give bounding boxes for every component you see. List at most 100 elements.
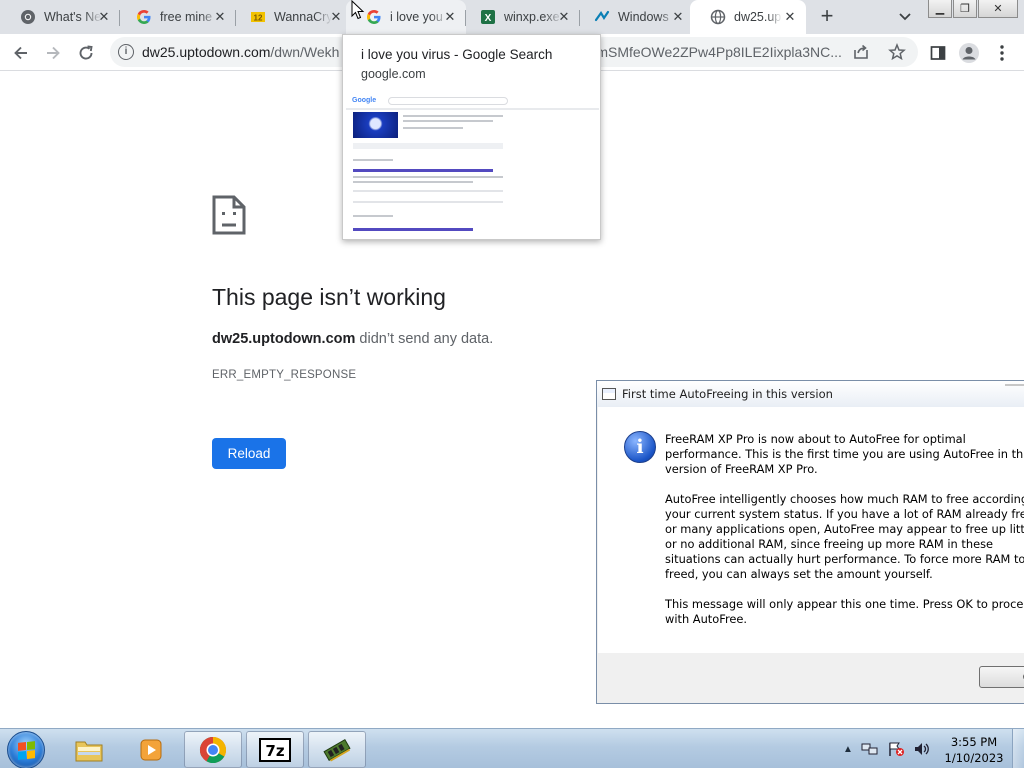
dialog-body: i FreeRAM XP Pro is now about to AutoFre… xyxy=(598,407,1024,653)
globe-icon xyxy=(710,9,726,25)
refresh-icon xyxy=(79,45,93,60)
svg-text:X: X xyxy=(485,13,492,24)
close-icon[interactable]: ✕ xyxy=(556,9,572,25)
show-hidden-icons-icon[interactable]: ▲ xyxy=(843,744,853,755)
tab-dw25-uptodown[interactable]: dw25.uptodown.com ✕ xyxy=(690,0,806,34)
excel-icon: X xyxy=(480,9,496,25)
chrome-taskbar-button[interactable] xyxy=(184,731,242,768)
system-tray: ▲ xyxy=(843,739,931,759)
tab-title: What's New xyxy=(44,10,102,24)
error-domain: dw25.uptodown.com xyxy=(212,331,356,347)
restore-button[interactable]: ❐ xyxy=(953,0,977,18)
error-title: This page isn’t working xyxy=(212,284,446,310)
sad-page-icon xyxy=(212,195,246,235)
taskbar-clock[interactable]: 3:55 PM 1/10/2023 xyxy=(936,734,1012,766)
clock-date: 1/10/2023 xyxy=(944,751,1004,765)
7zip-taskbar-button[interactable]: 7z xyxy=(246,731,304,768)
url-path-start: /dwn/Wekh xyxy=(270,44,340,60)
app-window-icon xyxy=(602,388,616,400)
close-icon[interactable]: ✕ xyxy=(212,9,228,25)
mouse-cursor-icon xyxy=(351,0,365,20)
forward-arrow-icon xyxy=(47,46,60,60)
preview-google-logo: Google xyxy=(352,97,377,104)
close-icon[interactable]: ✕ xyxy=(328,9,344,25)
error-code: ERR_EMPTY_RESPONSE xyxy=(212,369,357,381)
tab-whats-new[interactable]: What's New ✕ xyxy=(0,0,120,34)
close-icon[interactable]: ✕ xyxy=(442,9,458,25)
window-close-button[interactable]: ✕ xyxy=(978,0,1018,18)
tab-title: i love you virus - Google Search xyxy=(390,10,448,24)
side-panel-icon xyxy=(930,46,946,60)
start-button[interactable] xyxy=(7,731,45,768)
google-icon xyxy=(136,9,152,25)
action-center-flag-icon[interactable] xyxy=(887,741,905,757)
tab-title: winxp.exe xyxy=(504,10,560,24)
wannacry-icon: 12 xyxy=(250,9,266,25)
volume-icon[interactable] xyxy=(913,741,931,757)
reload-toolbar-button[interactable] xyxy=(73,40,99,66)
dialog-titlebar[interactable]: First time AutoFreeing in this version xyxy=(597,381,1024,407)
dialog-paragraph: This message will only appear this one t… xyxy=(665,597,1024,626)
tab-title: Windows xyxy=(618,10,669,24)
tab-search-button[interactable] xyxy=(895,8,915,26)
close-icon[interactable]: ✕ xyxy=(96,9,112,25)
profile-button[interactable] xyxy=(956,40,982,66)
menu-button[interactable] xyxy=(989,40,1015,66)
network-icon[interactable] xyxy=(861,741,879,757)
tab-title: WannaCry xyxy=(274,10,332,24)
dialog-title: First time AutoFreeing in this version xyxy=(622,387,833,401)
chrome-icon xyxy=(199,736,227,763)
tab-winxp-exe[interactable]: X winxp.exe ✕ xyxy=(460,0,580,34)
taskbar: 7z ▲ 3:55 PM 1/10/2023 xyxy=(0,728,1024,768)
error-description-text: didn’t send any data. xyxy=(355,331,494,347)
explorer-taskbar-button[interactable] xyxy=(60,731,118,768)
tab-windows[interactable]: Windows ✕ xyxy=(574,0,694,34)
media-player-icon xyxy=(140,739,162,760)
close-icon[interactable]: ✕ xyxy=(670,9,686,25)
close-icon[interactable]: ✕ xyxy=(782,9,798,25)
info-icon: i xyxy=(624,431,656,463)
dialog-paragraph: AutoFree intelligently chooses how much … xyxy=(665,492,1024,581)
ok-button[interactable]: OK xyxy=(979,666,1024,688)
url-domain: dw25.uptodown.com xyxy=(142,44,271,60)
windows-logo-icon xyxy=(18,741,35,760)
share-icon[interactable] xyxy=(852,43,870,66)
ram-chip-icon xyxy=(323,738,351,762)
page-preview-thumbnail: Google xyxy=(346,93,599,239)
clock-time: 3:55 PM xyxy=(950,735,998,749)
back-button[interactable] xyxy=(8,40,34,66)
new-tab-button[interactable]: + xyxy=(815,5,839,29)
hover-card-title: i love you virus - Google Search xyxy=(361,47,553,62)
show-desktop-button[interactable] xyxy=(1012,729,1024,768)
avatar-icon xyxy=(959,43,979,63)
side-panel-button[interactable] xyxy=(925,40,951,66)
autofree-dialog: First time AutoFreeing in this version i… xyxy=(596,380,1024,704)
hover-card-domain: google.com xyxy=(361,67,426,81)
tab-strip: What's New ✕ free mine ✕ 12 WannaCry ✕ i… xyxy=(0,0,1024,34)
tab-wannacry[interactable]: 12 WannaCry ✕ xyxy=(230,0,352,34)
forward-button[interactable] xyxy=(40,40,66,66)
7zip-icon: 7z xyxy=(259,737,291,762)
svg-text:12: 12 xyxy=(254,14,263,23)
media-player-taskbar-button[interactable] xyxy=(122,731,180,768)
site-info-icon[interactable]: i xyxy=(118,44,134,60)
tab-title: dw25.uptodown.com xyxy=(734,10,782,24)
error-description: dw25.uptodown.com didn’t send any data. xyxy=(212,331,493,347)
chrome-icon xyxy=(20,9,36,25)
tab-free-mine[interactable]: free mine ✕ xyxy=(116,0,236,34)
folder-icon xyxy=(75,741,103,761)
chevron-down-icon xyxy=(899,13,911,21)
url-path-end: i8mSMfeOWe2ZPw4Pp8ILE2Iixpla3NC... xyxy=(585,44,842,60)
tab-hover-card: i love you virus - Google Search google.… xyxy=(342,34,601,240)
minimize-button[interactable]: ▁ xyxy=(928,0,952,18)
dialog-footer: OK xyxy=(597,653,1024,703)
freeram-taskbar-button[interactable] xyxy=(308,731,366,768)
dialog-message: FreeRAM XP Pro is now about to AutoFree … xyxy=(665,432,1024,642)
dialog-close-button[interactable] xyxy=(1005,384,1024,402)
windows-site-icon xyxy=(594,9,610,25)
reload-button[interactable]: Reload xyxy=(212,438,286,469)
bookmark-star-icon[interactable] xyxy=(888,42,906,66)
back-arrow-icon xyxy=(14,46,27,60)
preview-video-thumbnail xyxy=(353,112,398,138)
tab-title: free mine xyxy=(160,10,213,24)
